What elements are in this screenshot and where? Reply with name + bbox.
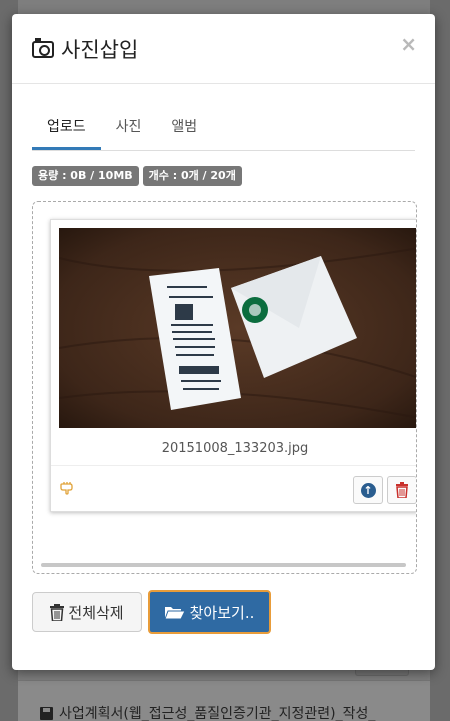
folder-open-icon [164,606,185,619]
arrow-up-circle-icon: ↑ [360,482,376,498]
background-file-link: 사업계획서(웹_접근성_품질인증기관_지정관련)_작성_ [40,703,375,721]
card-footer-divider [51,465,416,466]
file-card: 20151008_133203.jpg ↑ [50,219,416,512]
camera-icon [32,37,54,58]
tab-album[interactable]: 앨범 [156,110,212,150]
upload-file-button[interactable]: ↑ [353,476,383,504]
tab-photo[interactable]: 사진 [101,110,157,150]
count-badge: 개수 : 0개 / 20개 [142,166,242,186]
trash-icon [396,482,408,498]
browse-button[interactable]: 찾아보기.. [148,590,271,634]
floppy-disk-icon [40,706,53,720]
delete-all-button[interactable]: 전체삭제 [32,592,142,632]
modal-title: 사진삽입 [32,34,138,64]
delete-all-label: 전체삭제 [68,603,124,622]
quota-badges: 용량 : 0B / 10MB 개수 : 0개 / 20개 [32,166,242,186]
dropzone-scrollbar[interactable] [41,563,406,567]
modal-title-text: 사진삽입 [61,37,139,62]
modal-header: 사진삽입 × [12,14,435,84]
file-name: 20151008_133203.jpg [161,441,309,456]
tab-upload[interactable]: 업로드 [32,110,101,150]
photo-insert-modal: 사진삽입 × 업로드 사진 앨범 용량 : 0B / 10MB 개수 : 0개 … [12,14,435,670]
close-button[interactable]: × [400,34,417,54]
receipt-photo [59,228,416,428]
browse-label: 찾아보기.. [189,603,255,622]
delete-file-button[interactable] [387,476,416,504]
trash-icon [50,603,65,621]
file-thumbnail [59,228,416,428]
upload-dropzone[interactable]: 20151008_133203.jpg ↑ [32,201,417,574]
tab-bar: 업로드 사진 앨범 [32,110,415,151]
background-file-name: 사업계획서(웹_접근성_품질인증기관_지정관련)_작성_ [59,706,376,721]
hand-pointer-icon[interactable] [59,479,75,495]
capacity-badge: 용량 : 0B / 10MB [32,166,139,186]
